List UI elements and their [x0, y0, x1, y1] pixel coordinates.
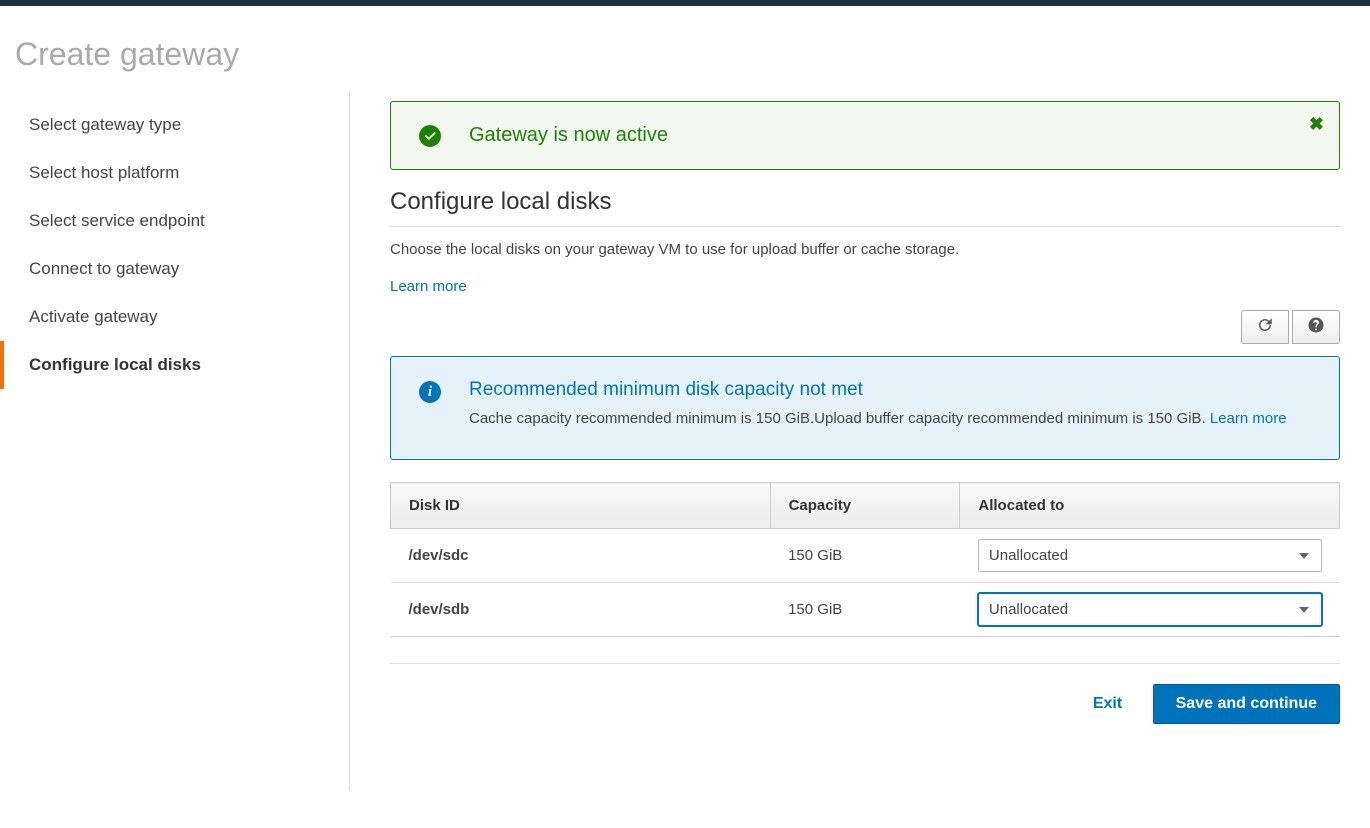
disk-id-cell: /dev/sdc [391, 529, 771, 583]
sidebar-item-select-host-platform[interactable]: Select host platform [0, 149, 349, 197]
col-capacity: Capacity [770, 483, 960, 529]
success-alert: Gateway is now active ✖ [390, 101, 1340, 170]
chevron-down-icon [1299, 607, 1309, 613]
refresh-button[interactable] [1241, 310, 1289, 344]
sidebar-item-activate-gateway[interactable]: Activate gateway [0, 293, 349, 341]
help-button[interactable] [1292, 310, 1340, 344]
allocated-cell: Unallocated [960, 529, 1340, 583]
info-icon: i [419, 381, 441, 403]
table-toolbar [390, 310, 1340, 344]
select-value: Unallocated [989, 547, 1068, 564]
allocated-to-select[interactable]: Unallocated [978, 593, 1322, 626]
close-icon[interactable]: ✖ [1309, 114, 1324, 135]
page-title: Create gateway [0, 6, 1370, 91]
info-alert: i Recommended minimum disk capacity not … [390, 356, 1340, 460]
allocated-cell: Unallocated [960, 583, 1340, 637]
table-row: /dev/sdb150 GiB Unallocated [391, 583, 1340, 637]
info-learn-more-link[interactable]: Learn more [1210, 410, 1287, 427]
help-icon [1307, 316, 1325, 339]
section-description: Choose the local disks on your gateway V… [390, 241, 1340, 258]
info-alert-body: Cache capacity recommended minimum is 15… [469, 407, 1287, 431]
sidebar-item-connect-to-gateway[interactable]: Connect to gateway [0, 245, 349, 293]
table-row: /dev/sdc150 GiB Unallocated [391, 529, 1340, 583]
learn-more-link[interactable]: Learn more [390, 278, 467, 295]
footer-actions: Exit Save and continue [390, 663, 1340, 724]
info-alert-title: Recommended minimum disk capacity not me… [469, 379, 1287, 401]
col-allocated-to: Allocated to [960, 483, 1340, 529]
exit-button[interactable]: Exit [1073, 685, 1142, 723]
allocated-to-select[interactable]: Unallocated [978, 539, 1322, 572]
col-disk-id: Disk ID [391, 483, 771, 529]
capacity-cell: 150 GiB [770, 529, 960, 583]
sidebar-item-select-gateway-type[interactable]: Select gateway type [0, 101, 349, 149]
capacity-cell: 150 GiB [770, 583, 960, 637]
info-alert-text: Cache capacity recommended minimum is 15… [469, 410, 1210, 427]
section-heading: Configure local disks [390, 188, 1340, 227]
check-circle-icon [419, 125, 441, 147]
chevron-down-icon [1299, 553, 1309, 559]
success-message: Gateway is now active [469, 124, 668, 147]
select-value: Unallocated [989, 601, 1068, 618]
refresh-icon [1256, 316, 1274, 339]
sidebar-item-configure-local-disks[interactable]: Configure local disks [0, 341, 349, 389]
sidebar-item-select-service-endpoint[interactable]: Select service endpoint [0, 197, 349, 245]
save-and-continue-button[interactable]: Save and continue [1153, 684, 1340, 724]
disk-id-cell: /dev/sdb [391, 583, 771, 637]
main-panel: Gateway is now active ✖ Configure local … [350, 91, 1370, 791]
disks-table: Disk ID Capacity Allocated to /dev/sdc15… [390, 482, 1340, 637]
wizard-sidebar: Select gateway typeSelect host platformS… [0, 91, 350, 791]
